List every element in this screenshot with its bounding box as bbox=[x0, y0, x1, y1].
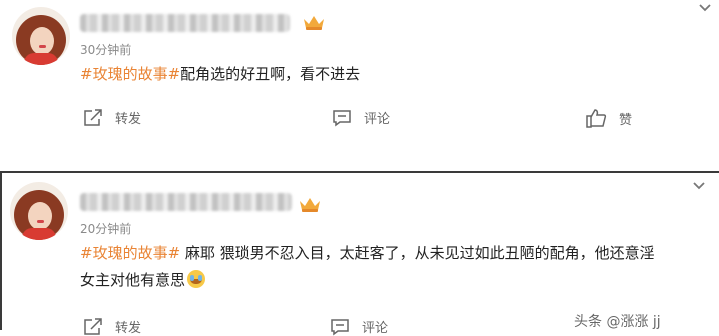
chevron-down-icon[interactable] bbox=[691, 178, 707, 194]
post-body: #玫瑰的故事# 麻耶 猥琐男不忍入目，太赶客了，从未见过如此丑陋的配角，他还意淫… bbox=[80, 240, 710, 294]
post-text-line2: 女主对他有意思 bbox=[80, 271, 186, 289]
repost-button[interactable]: 转发 bbox=[83, 108, 141, 127]
post-text: 配角选的好丑啊，看不进去 bbox=[180, 65, 361, 83]
repost-label: 转发 bbox=[115, 112, 142, 127]
hashtag-link[interactable]: #玫瑰的故事# bbox=[80, 244, 180, 262]
comment-button[interactable]: 评论 bbox=[330, 317, 388, 336]
crying-laughing-emoji-icon bbox=[187, 270, 206, 288]
like-label: 赞 bbox=[619, 112, 633, 128]
vip-crown-icon bbox=[300, 198, 320, 212]
thumbs-up-icon bbox=[586, 109, 607, 128]
post-body: #玫瑰的故事#配角选的好丑啊，看不进去 bbox=[80, 61, 700, 88]
repost-button[interactable]: 转发 bbox=[83, 317, 141, 336]
post-text: 麻耶 猥琐男不忍入目，太赶客了，从未见过如此丑陋的配角，他还意淫 bbox=[180, 244, 655, 262]
blurred-username[interactable] bbox=[80, 193, 292, 211]
weibo-post-2: 20分钟前 #玫瑰的故事# 麻耶 猥琐男不忍入目，太赶客了，从未见过如此丑陋的配… bbox=[0, 171, 719, 336]
repost-icon bbox=[84, 317, 102, 335]
watermark: 头条 @涨涨 jj bbox=[574, 314, 661, 330]
post-time: 30分钟前 bbox=[80, 43, 132, 57]
comment-label: 评论 bbox=[362, 321, 389, 336]
avatar[interactable] bbox=[10, 182, 68, 240]
divider bbox=[0, 150, 719, 171]
post-time: 20分钟前 bbox=[80, 222, 132, 236]
vip-crown-icon bbox=[304, 16, 324, 30]
comment-icon bbox=[331, 318, 349, 335]
weibo-post-1: 30分钟前 #玫瑰的故事#配角选的好丑啊，看不进去 转发 评论 赞 bbox=[0, 0, 719, 150]
comment-icon bbox=[333, 109, 351, 126]
blurred-username[interactable] bbox=[80, 14, 290, 32]
comment-button[interactable]: 评论 bbox=[332, 108, 390, 127]
like-button[interactable]: 赞 bbox=[585, 108, 632, 128]
chevron-down-icon[interactable] bbox=[697, 0, 713, 16]
comment-label: 评论 bbox=[364, 112, 391, 127]
hashtag-link[interactable]: #玫瑰的故事# bbox=[80, 65, 180, 83]
repost-label: 转发 bbox=[115, 321, 142, 336]
repost-icon bbox=[84, 108, 102, 126]
avatar[interactable] bbox=[12, 7, 70, 65]
